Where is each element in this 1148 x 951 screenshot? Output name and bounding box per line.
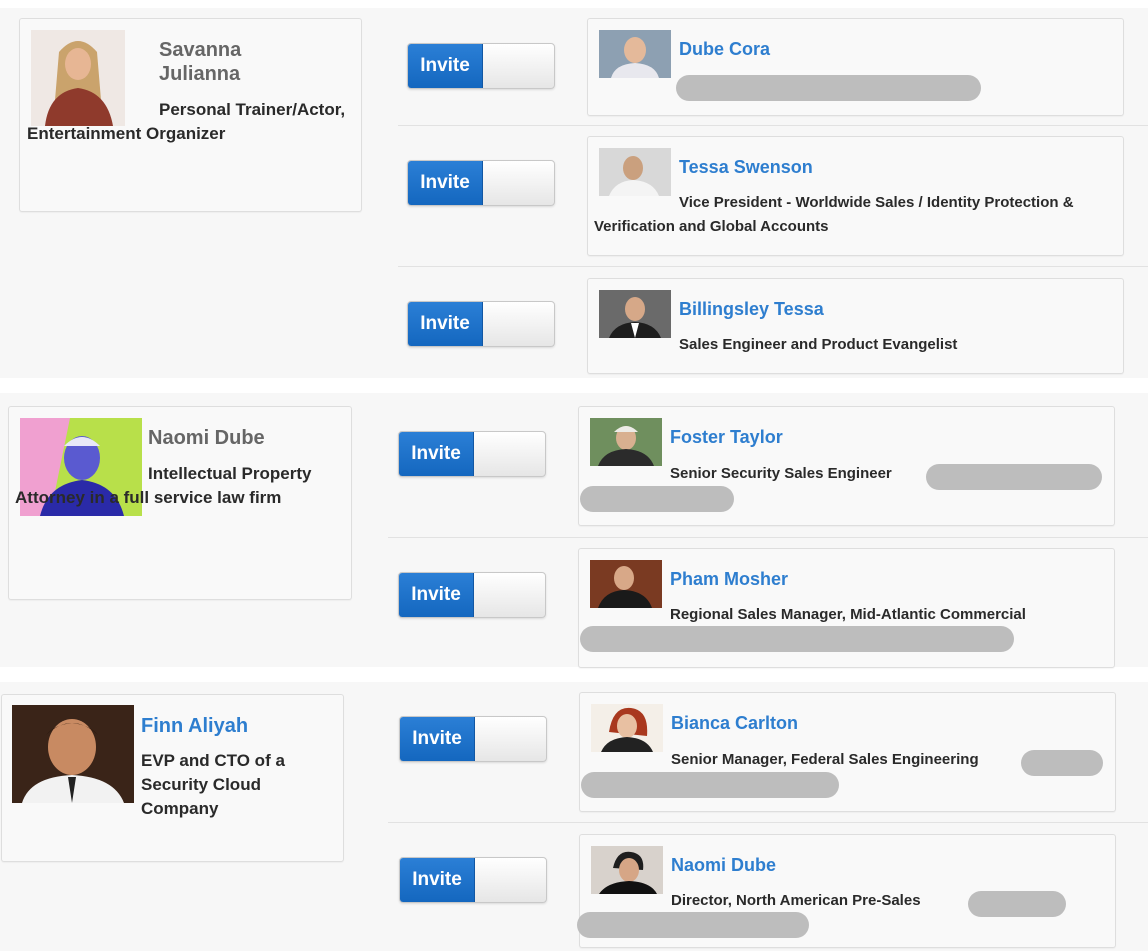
- source-contact-name[interactable]: Naomi Dube: [148, 426, 265, 450]
- target-contact-name[interactable]: Pham Mosher: [670, 568, 788, 590]
- invite-button-label: Invite: [408, 161, 483, 205]
- source-contact-title: EVP and CTO of a Security Cloud Company: [141, 751, 285, 818]
- redacted-text: [676, 75, 981, 101]
- contact-photo: [12, 705, 134, 803]
- contact-photo: [599, 290, 671, 338]
- invite-button[interactable]: Invite: [398, 572, 546, 618]
- target-contact-name[interactable]: Naomi Dube: [671, 854, 776, 876]
- contact-photo: [590, 560, 662, 608]
- source-contact-title: Personal Trainer/Actor, Entertainment Or…: [27, 100, 346, 143]
- target-contact-card: Pham Mosher Regional Sales Manager, Mid-…: [578, 548, 1115, 668]
- invite-button[interactable]: Invite: [407, 160, 555, 206]
- target-contact-card: Naomi Dube Director, North American Pre-…: [577, 834, 1116, 948]
- target-contact-title: Vice President - Worldwide Sales / Ident…: [594, 194, 1074, 235]
- source-contact-name[interactable]: Finn Aliyah: [141, 714, 248, 738]
- target-contact-card: Billingsley Tessa Sales Engineer and Pro…: [587, 278, 1124, 374]
- target-contact-card: Bianca Carlton Senior Manager, Federal S…: [579, 692, 1116, 812]
- source-contact-card: Finn Aliyah EVP and CTO of a Security Cl…: [1, 694, 344, 862]
- target-contact-name[interactable]: Tessa Swenson: [679, 156, 813, 178]
- invite-button-label: Invite: [399, 432, 474, 476]
- contact-photo: [599, 148, 671, 196]
- redacted-text: [968, 891, 1066, 917]
- invite-button[interactable]: Invite: [399, 716, 547, 762]
- contact-photo: [599, 30, 671, 78]
- source-contact-card: Naomi Dube Intellectual Property Attorne…: [8, 406, 352, 600]
- target-contact-card: Foster Taylor Senior Security Sales Engi…: [578, 406, 1115, 526]
- divider: [388, 537, 1148, 538]
- target-contact-name[interactable]: Billingsley Tessa: [679, 298, 824, 320]
- source-contact-card: Savanna Julianna Personal Trainer/Actor,…: [19, 18, 362, 212]
- redacted-text: [581, 772, 839, 798]
- redacted-text: [1021, 750, 1103, 776]
- divider: [388, 822, 1148, 823]
- target-contact-title: Director, North American Pre-Sales: [671, 892, 921, 909]
- invite-button[interactable]: Invite: [407, 301, 555, 347]
- invite-button[interactable]: Invite: [407, 43, 555, 89]
- target-contact-name[interactable]: Bianca Carlton: [671, 712, 798, 734]
- redacted-text: [580, 626, 1014, 652]
- redacted-text: [577, 912, 809, 938]
- contact-photo: [591, 846, 663, 894]
- target-contact-name[interactable]: Foster Taylor: [670, 426, 783, 448]
- target-contact-title: Senior Security Sales Engineer: [670, 465, 892, 482]
- invite-button[interactable]: Invite: [399, 857, 547, 903]
- target-contact-name[interactable]: Dube Cora: [679, 38, 770, 60]
- redacted-text: [580, 486, 734, 512]
- invite-button-label: Invite: [400, 858, 475, 902]
- contact-photo: [591, 704, 663, 752]
- invite-button-label: Invite: [408, 44, 483, 88]
- contact-photo: [590, 418, 662, 466]
- source-contact-name[interactable]: Savanna Julianna: [159, 38, 279, 86]
- source-contact-title: Intellectual Property Attorney in a full…: [15, 464, 312, 507]
- target-contact-title: Senior Manager, Federal Sales Engineerin…: [671, 751, 979, 768]
- invite-button-label: Invite: [400, 717, 475, 761]
- target-contact-card: Tessa Swenson Vice President - Worldwide…: [587, 136, 1124, 256]
- invite-button-label: Invite: [399, 573, 474, 617]
- target-contact-title: Regional Sales Manager, Mid-Atlantic Com…: [670, 606, 1026, 623]
- target-contact-card: Dube Cora: [587, 18, 1124, 116]
- invite-button-label: Invite: [408, 302, 483, 346]
- invite-button[interactable]: Invite: [398, 431, 546, 477]
- target-contact-title: Sales Engineer and Product Evangelist: [679, 336, 958, 353]
- divider: [398, 266, 1148, 267]
- redacted-text: [926, 464, 1102, 490]
- divider: [398, 125, 1148, 126]
